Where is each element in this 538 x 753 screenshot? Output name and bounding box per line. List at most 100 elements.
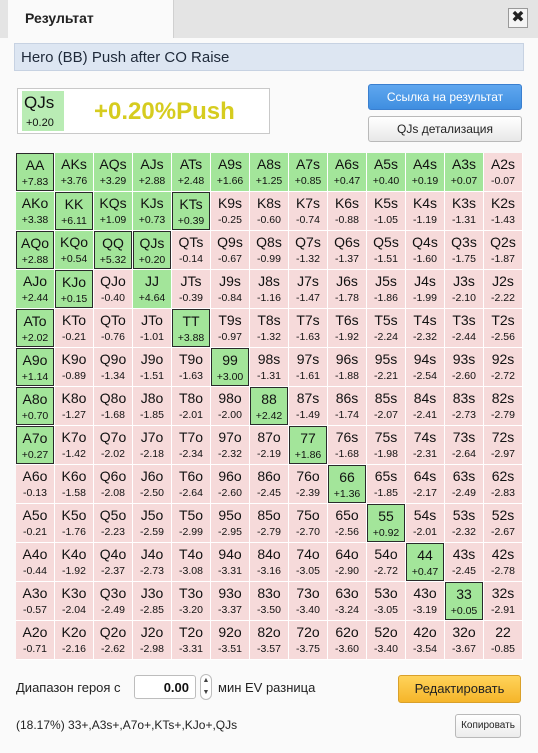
hand-cell[interactable]: 76o -2.39 [289, 465, 327, 503]
hand-cell[interactable]: 66 +1.36 [328, 465, 366, 503]
hand-cell[interactable]: Q3s -1.75 [445, 231, 483, 269]
hand-cell[interactable]: J7s -1.47 [289, 270, 327, 308]
hand-cell[interactable]: 85s -2.07 [367, 387, 405, 425]
hand-cell[interactable]: T4o -3.08 [172, 543, 210, 581]
hand-cell[interactable]: T4s -2.32 [406, 309, 444, 347]
hand-cell[interactable]: A8o +0.70 [16, 387, 54, 425]
hand-cell[interactable]: 42s -2.78 [484, 543, 522, 581]
hand-cell[interactable]: 54s -2.01 [406, 504, 444, 542]
hand-cell[interactable]: AQo +2.88 [16, 231, 54, 269]
hand-cell[interactable]: T3s -2.44 [445, 309, 483, 347]
hand-cell[interactable]: T9o -1.63 [172, 348, 210, 386]
hand-cell[interactable]: 65s -1.85 [367, 465, 405, 503]
hand-cell[interactable]: Q8o -1.68 [94, 387, 132, 425]
hand-cell[interactable]: A4s +0.19 [406, 153, 444, 191]
hand-cell[interactable]: A7o +0.27 [16, 426, 54, 464]
hand-cell[interactable]: 74o -3.05 [289, 543, 327, 581]
hand-cell[interactable]: 64s -2.17 [406, 465, 444, 503]
hand-cell[interactable]: Q9s -0.67 [211, 231, 249, 269]
hand-cell[interactable]: T5s -2.24 [367, 309, 405, 347]
hand-cell[interactable]: 33 +0.05 [445, 582, 483, 620]
hand-cell[interactable]: Q2s -1.87 [484, 231, 522, 269]
hand-cell[interactable]: J6s -1.78 [328, 270, 366, 308]
hand-cell[interactable]: AKs +3.76 [55, 153, 93, 191]
hand-cell[interactable]: 84o -3.16 [250, 543, 288, 581]
hand-cell[interactable]: Q6s -1.37 [328, 231, 366, 269]
hand-cell[interactable]: KK +6.11 [55, 192, 93, 230]
copy-button[interactable]: Копировать [455, 714, 521, 738]
hand-cell[interactable]: J5o -2.59 [133, 504, 171, 542]
hand-cell[interactable]: 55 +0.92 [367, 504, 405, 542]
hand-cell[interactable]: T6o -2.64 [172, 465, 210, 503]
hand-cell[interactable]: J3o -2.85 [133, 582, 171, 620]
hand-cell[interactable]: J8s -1.16 [250, 270, 288, 308]
hand-cell[interactable]: T7o -2.34 [172, 426, 210, 464]
hand-cell[interactable]: K7s -0.74 [289, 192, 327, 230]
hand-cell[interactable]: Q3o -2.49 [94, 582, 132, 620]
hand-cell[interactable]: 64o -2.90 [328, 543, 366, 581]
hand-cell[interactable]: 77 +1.86 [289, 426, 327, 464]
stepper-up-icon[interactable]: ▲ [201, 675, 211, 687]
hand-cell[interactable]: 52s -2.67 [484, 504, 522, 542]
min-ev-stepper[interactable]: ▲ ▼ [200, 674, 212, 700]
hand-cell[interactable]: Q2o -2.62 [94, 621, 132, 659]
hand-cell[interactable]: 43o -3.19 [406, 582, 444, 620]
hand-cell[interactable]: T6s -1.92 [328, 309, 366, 347]
hand-cell[interactable]: 97s -1.61 [289, 348, 327, 386]
hand-cell[interactable]: 65o -2.56 [328, 504, 366, 542]
hand-cell[interactable]: Q4s -1.60 [406, 231, 444, 269]
hand-cell[interactable]: 53s -2.32 [445, 504, 483, 542]
hand-cell[interactable]: J9o -1.51 [133, 348, 171, 386]
hand-cell[interactable]: QJs +0.20 [133, 231, 171, 269]
hand-cell[interactable]: Q5s -1.51 [367, 231, 405, 269]
hand-cell[interactable]: A9s +1.66 [211, 153, 249, 191]
hand-cell[interactable]: 63o -3.24 [328, 582, 366, 620]
hand-cell[interactable]: KQo +0.54 [55, 231, 93, 269]
hand-cell[interactable]: 72o -3.75 [289, 621, 327, 659]
hand-cell[interactable]: 94s -2.54 [406, 348, 444, 386]
hand-cell[interactable]: Q5o -2.23 [94, 504, 132, 542]
hand-cell[interactable]: 42o -3.54 [406, 621, 444, 659]
hand-cell[interactable]: K6s -0.88 [328, 192, 366, 230]
hand-cell[interactable]: 93s -2.60 [445, 348, 483, 386]
hand-cell[interactable]: 86o -2.45 [250, 465, 288, 503]
hand-cell[interactable]: 73s -2.64 [445, 426, 483, 464]
hand-cell[interactable]: A5o -0.21 [16, 504, 54, 542]
hand-cell[interactable]: 83s -2.73 [445, 387, 483, 425]
hand-cell[interactable]: 32o -3.67 [445, 621, 483, 659]
hand-cell[interactable]: Q9o -1.34 [94, 348, 132, 386]
hand-cell[interactable]: Q4o -2.37 [94, 543, 132, 581]
hand-cell[interactable]: ATs +2.48 [172, 153, 210, 191]
hand-cell[interactable]: 52o -3.40 [367, 621, 405, 659]
hand-cell[interactable]: 97o -2.32 [211, 426, 249, 464]
hand-cell[interactable]: 84s -2.41 [406, 387, 444, 425]
hand-cell[interactable]: J4o -2.73 [133, 543, 171, 581]
hand-cell[interactable]: QTo -0.76 [94, 309, 132, 347]
edit-button[interactable]: Редактировать [398, 675, 521, 703]
hand-cell[interactable]: Q7o -2.02 [94, 426, 132, 464]
hand-cell[interactable]: 75o -2.70 [289, 504, 327, 542]
hand-cell[interactable]: A3o -0.57 [16, 582, 54, 620]
hand-cell[interactable]: J7o -2.18 [133, 426, 171, 464]
hand-cell[interactable]: 54o -2.72 [367, 543, 405, 581]
hand-cell[interactable]: K8o -1.27 [55, 387, 93, 425]
result-link-button[interactable]: Ссылка на результат [368, 84, 522, 110]
hand-cell[interactable]: AQs +3.29 [94, 153, 132, 191]
hand-cell[interactable]: JTo -1.01 [133, 309, 171, 347]
hand-cell[interactable]: K8s -0.60 [250, 192, 288, 230]
hand-cell[interactable]: K9o -0.89 [55, 348, 93, 386]
hand-cell[interactable]: A2s -0.07 [484, 153, 522, 191]
hand-cell[interactable]: 86s -1.74 [328, 387, 366, 425]
hand-cell[interactable]: A5s +0.40 [367, 153, 405, 191]
hand-cell[interactable]: K4o -1.92 [55, 543, 93, 581]
hand-cell[interactable]: T5o -2.99 [172, 504, 210, 542]
hand-cell[interactable]: J2s -2.22 [484, 270, 522, 308]
hand-cell[interactable]: 95s -2.21 [367, 348, 405, 386]
hand-cell[interactable]: 96o -2.60 [211, 465, 249, 503]
hand-cell[interactable]: K3s -1.31 [445, 192, 483, 230]
hand-cell[interactable]: 73o -3.40 [289, 582, 327, 620]
hand-cell[interactable]: AJo +2.44 [16, 270, 54, 308]
min-ev-input[interactable] [134, 675, 196, 699]
hand-cell[interactable]: 72s -2.97 [484, 426, 522, 464]
hand-cell[interactable]: T7s -1.63 [289, 309, 327, 347]
